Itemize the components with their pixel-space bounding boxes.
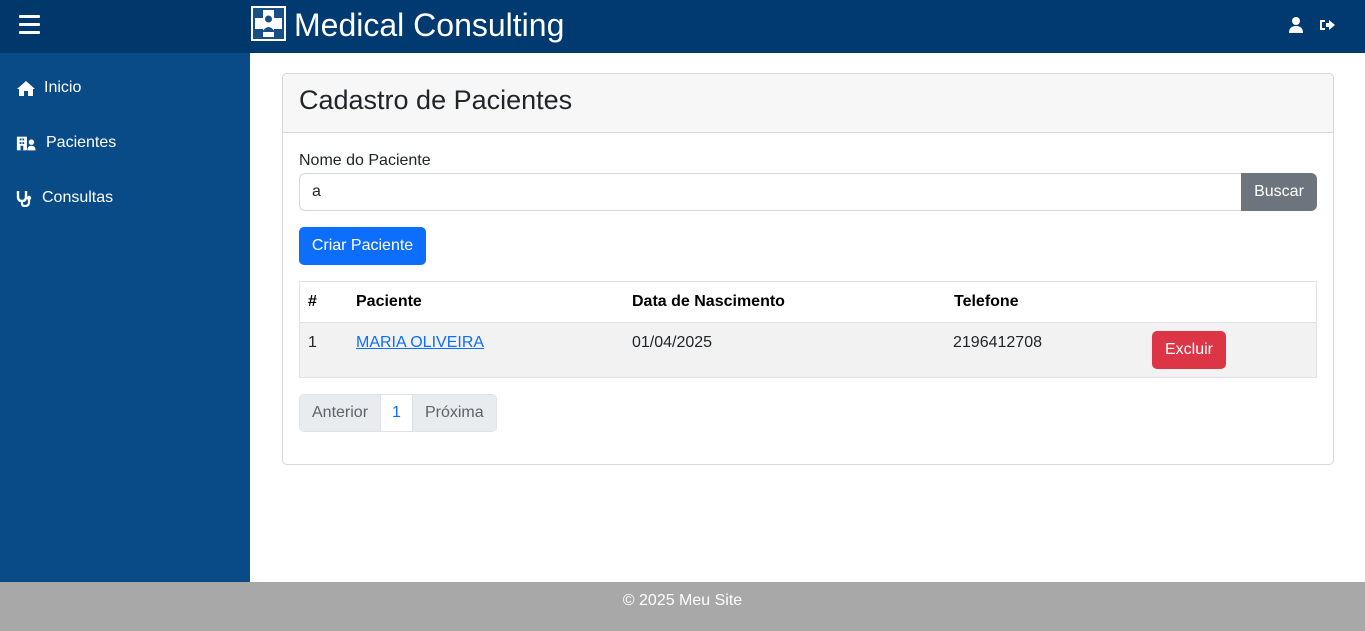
sidebar-item-label: Consultas <box>42 189 114 206</box>
card-header: Cadastro de Pacientes <box>283 74 1333 133</box>
navbar-left-section <box>0 0 250 53</box>
pagination-page-1[interactable]: 1 <box>380 395 413 431</box>
pagination-previous[interactable]: Anterior <box>300 395 381 431</box>
pagination: Anterior 1 Próxima <box>299 394 497 432</box>
column-header-phone: Telefone <box>954 293 1019 310</box>
sign-out-icon[interactable] <box>1318 16 1336 34</box>
footer: © 2025 Meu Site <box>0 582 1365 631</box>
column-header-birth-date: Data de Nascimento <box>632 293 785 310</box>
patients-table: # Paciente Data de Nascimento Telefone 1… <box>299 281 1317 378</box>
sidebar-item-inicio[interactable]: Inicio <box>0 68 250 108</box>
search-button[interactable]: Buscar <box>1241 173 1317 211</box>
user-icon[interactable] <box>1287 16 1305 34</box>
sidebar-item-label: Pacientes <box>46 134 117 151</box>
table-row: 1 MARIA OLIVEIRA 01/04/2025 2196412708 E… <box>300 323 1316 377</box>
footer-copyright: © 2025 Meu Site <box>622 592 743 609</box>
patient-name-label: Nome do Paciente <box>299 152 431 169</box>
top-navbar: Medical Consulting <box>0 0 1365 53</box>
stethoscope-icon <box>16 191 32 207</box>
sidebar-item-consultas[interactable]: Consultas <box>0 178 250 218</box>
table-header-row: # Paciente Data de Nascimento Telefone <box>300 282 1316 323</box>
patient-id-cell: 1 <box>308 334 317 351</box>
hospital-user-icon <box>16 136 36 151</box>
sidebar-item-label: Inicio <box>44 79 82 96</box>
phone-cell: 2196412708 <box>953 334 1042 351</box>
column-header-id: # <box>308 293 317 310</box>
create-patient-button[interactable]: Criar Paciente <box>299 227 426 265</box>
delete-patient-button[interactable]: Excluir <box>1152 331 1226 369</box>
brand-title[interactable]: Medical Consulting <box>294 5 564 45</box>
birth-date-cell: 01/04/2025 <box>632 334 713 351</box>
home-icon <box>17 81 35 96</box>
pagination-next[interactable]: Próxima <box>412 395 496 431</box>
sidebar-item-pacientes[interactable]: Pacientes <box>0 123 250 163</box>
patient-name-search-input[interactable] <box>299 173 1242 211</box>
medical-logo-icon <box>251 6 286 41</box>
page-title: Cadastro de Pacientes <box>299 85 573 115</box>
column-header-patient: Paciente <box>356 293 422 310</box>
patient-name-link[interactable]: MARIA OLIVEIRA <box>356 334 484 352</box>
hamburger-menu-icon[interactable] <box>19 15 40 34</box>
sidebar: Inicio Pacientes Consultas <box>0 53 250 582</box>
